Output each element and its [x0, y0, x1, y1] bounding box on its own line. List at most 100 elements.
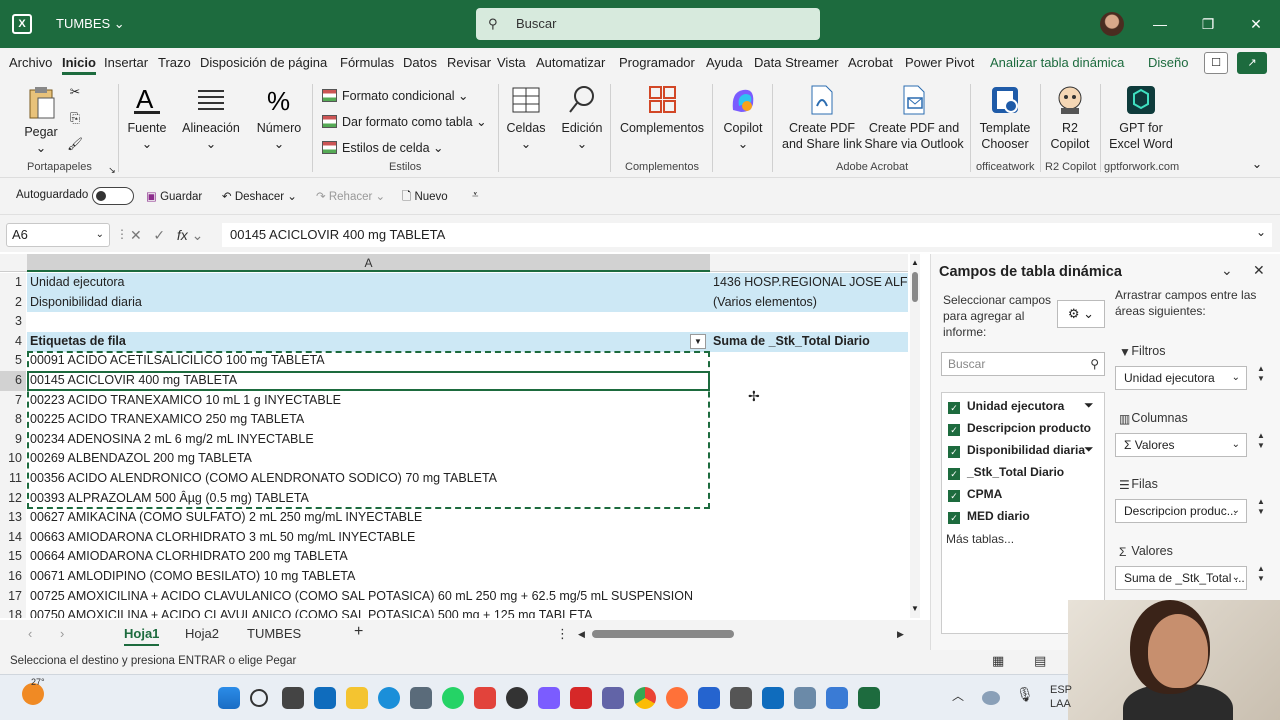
chat-icon[interactable] [506, 687, 528, 709]
settings-gear-icon[interactable]: ⚙ ⌄ [1057, 300, 1105, 328]
horizontal-scroll-thumb[interactable] [592, 630, 734, 638]
column-header-b[interactable] [710, 254, 908, 272]
estilos-celda-button[interactable]: Estilos de celda ⌄ [322, 140, 444, 155]
app-l-icon[interactable] [570, 687, 592, 709]
sheet-tab-hoja2[interactable]: Hoja2 [185, 626, 219, 641]
more-tables-link[interactable]: Más tablas... [946, 531, 1014, 547]
spreadsheet-grid[interactable]: A 1 Unidad ejecutora 1436 HOSP.REGIONAL JO… [0, 254, 920, 618]
cell-b[interactable] [710, 410, 908, 430]
field-med-diario[interactable]: ✓ MED diario [948, 509, 1030, 524]
cell-b[interactable] [710, 371, 908, 391]
row-header[interactable]: 10 [0, 449, 26, 469]
numero-button[interactable]: % Número ⌄ [254, 84, 304, 152]
edicion-button[interactable]: Edición ⌄ [558, 84, 606, 152]
row-header[interactable]: 8 [0, 410, 26, 430]
sheet-tab-tumbes[interactable]: TUMBES [247, 626, 301, 641]
sheet-tab-hoja1[interactable]: Hoja1 [124, 626, 160, 646]
prev-sheet-icon[interactable]: ‹ [28, 626, 32, 641]
cancel-icon[interactable]: ✕ [130, 227, 142, 243]
row-header[interactable]: 18 [0, 606, 26, 618]
autoguardado-toggle[interactable] [92, 187, 134, 205]
restore-icon[interactable]: ❐ [1198, 14, 1218, 34]
tab-trazo[interactable]: Trazo [158, 55, 191, 70]
row-header[interactable]: 13 [0, 508, 26, 528]
cell-b[interactable] [710, 469, 908, 489]
row-labels-filter-icon[interactable]: ▼ [690, 334, 706, 349]
rehacer-button[interactable]: ↷ Rehacer ⌄ [316, 189, 385, 203]
row-header[interactable]: 9 [0, 429, 26, 450]
pane-close-icon[interactable]: ✕ [1253, 262, 1265, 278]
title-search-box[interactable]: ⚲ Buscar [476, 8, 820, 40]
app-s-icon[interactable] [730, 687, 752, 709]
field-stk-total-diario[interactable]: ✓ _Stk_Total Diario [948, 465, 1064, 480]
row-header[interactable]: 5 [0, 351, 26, 371]
tab-acrobat[interactable]: Acrobat [848, 55, 893, 70]
dialog-launcher-icon[interactable]: ↘ [106, 162, 118, 178]
deshacer-button[interactable]: ↶ Deshacer ⌄ [222, 189, 297, 203]
app-icon[interactable] [826, 687, 848, 709]
edge-icon[interactable] [378, 687, 400, 709]
create-pdf-outlook-button[interactable]: Create PDF and Share via Outlook [864, 84, 964, 152]
tab-automatizar[interactable]: Automatizar [536, 55, 605, 70]
cell-b[interactable]: 1436 HOSP.REGIONAL JOSE ALFR [710, 273, 908, 293]
tab-disposicion[interactable]: Disposición de página [200, 55, 327, 70]
row-header[interactable]: 7 [0, 390, 26, 411]
nuevo-button[interactable]: 🗋 Nuevo [402, 189, 448, 208]
area-columnas-value[interactable]: Σ Valores ⌄ [1115, 433, 1247, 457]
tab-insertar[interactable]: Insertar [104, 55, 148, 70]
row-header[interactable]: 4 [0, 331, 26, 352]
row-header[interactable]: 17 [0, 586, 26, 607]
create-pdf-share-button[interactable]: Create PDF and Share link [780, 84, 864, 152]
celdas-button[interactable]: Celdas ⌄ [504, 84, 548, 152]
scroll-right-icon[interactable]: ▶ [897, 629, 904, 640]
cell-a[interactable] [27, 312, 710, 332]
ribbon-collapse-icon[interactable]: ⌄ [1250, 156, 1264, 172]
name-box[interactable]: A6 ⌄ [6, 223, 110, 247]
cell-b[interactable] [710, 312, 908, 332]
template-chooser-button[interactable]: Template Chooser [974, 84, 1036, 152]
fuente-button[interactable]: A Fuente ⌄ [124, 84, 170, 152]
tab-programador[interactable]: Programador [619, 55, 695, 70]
pane-options-chevron-icon[interactable]: ⌄ [1221, 262, 1233, 278]
column-header-a[interactable]: A [27, 254, 710, 272]
gpt-excel-word-button[interactable]: GPT for Excel Word [1106, 84, 1176, 152]
updown-icon[interactable]: ▲ ▼ [1257, 497, 1265, 517]
tab-archivo[interactable]: Archivo [9, 55, 52, 70]
row-header[interactable]: 16 [0, 567, 26, 587]
task-view-icon[interactable] [282, 687, 304, 709]
paste-button[interactable]: Pegar ⌄ [22, 86, 60, 156]
row-header[interactable]: 6 [0, 371, 26, 391]
area-valores-value[interactable]: Suma de _Stk_Total ... ⌄ [1115, 566, 1247, 590]
tray-chevron-icon[interactable]: ︿ [952, 689, 964, 703]
formula-input[interactable]: 00145 ACICLOVIR 400 mg TABLETA [222, 223, 1272, 247]
cell-b[interactable] [710, 391, 908, 411]
comments-icon[interactable]: ☐ [1204, 52, 1228, 74]
outlook-2-icon[interactable] [762, 687, 784, 709]
cell-b[interactable] [710, 449, 908, 469]
alineacion-button[interactable]: Alineación ⌄ [180, 84, 242, 152]
user-avatar[interactable] [1100, 12, 1124, 36]
cell-a[interactable]: Disponibilidad diaria [27, 293, 710, 313]
dar-formato-tabla-button[interactable]: Dar formato como tabla ⌄ [322, 114, 487, 129]
field-disponibilidad-diaria[interactable]: ✓ Disponibilidad diaria [948, 443, 1085, 458]
updown-icon[interactable]: ▲ ▼ [1257, 364, 1265, 384]
tab-inicio[interactable]: Inicio [62, 55, 96, 75]
row-header[interactable]: 3 [0, 312, 26, 332]
tab-formulas[interactable]: Fórmulas [340, 55, 394, 70]
cell-a[interactable]: Unidad ejecutora [27, 273, 710, 293]
snipping-icon[interactable] [794, 687, 816, 709]
page-layout-icon[interactable]: ▤ [1034, 653, 1046, 669]
tab-diseno[interactable]: Diseño [1148, 55, 1188, 70]
firefox-icon[interactable] [666, 687, 688, 709]
cell-b[interactable] [710, 351, 908, 371]
tab-analizar-tabla[interactable]: Analizar tabla dinámica [990, 55, 1124, 70]
cell-b[interactable] [710, 430, 908, 450]
language-indicator[interactable]: ESP LAA [1050, 683, 1072, 711]
updown-icon[interactable]: ▲ ▼ [1257, 564, 1265, 584]
fx-icon[interactable]: fx [177, 227, 188, 243]
cell-b[interactable] [710, 547, 908, 567]
row-header[interactable]: 11 [0, 469, 26, 489]
tabs-more-icon[interactable]: ⋮ [556, 626, 569, 642]
active-cell[interactable] [27, 371, 710, 391]
vertical-scrollbar[interactable]: ▲ ▼ [910, 254, 920, 618]
